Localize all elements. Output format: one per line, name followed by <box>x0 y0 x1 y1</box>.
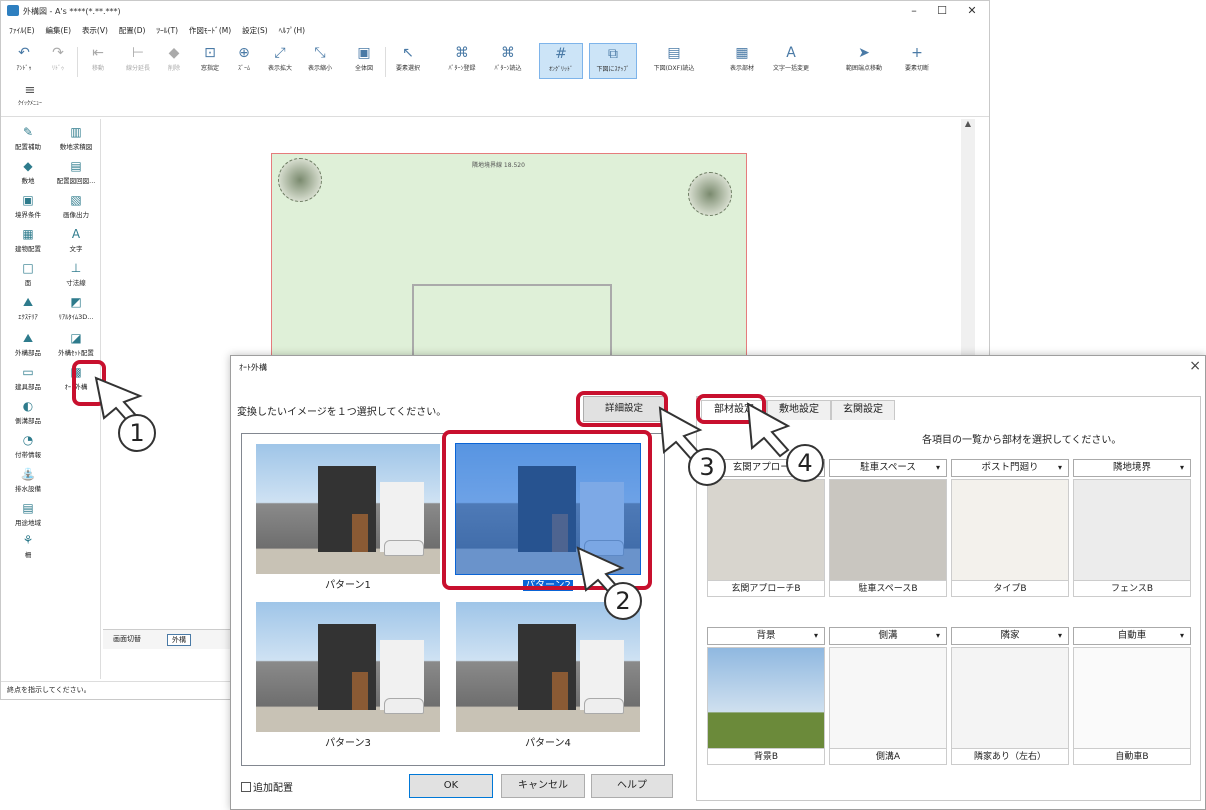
callout-3: 3 <box>688 448 726 486</box>
callout-2: 2 <box>604 582 642 620</box>
callout-4: 4 <box>786 444 824 482</box>
callout-1: 1 <box>118 414 156 452</box>
cursor-arrow-icon <box>746 402 791 458</box>
annotation-cursors <box>94 376 791 600</box>
